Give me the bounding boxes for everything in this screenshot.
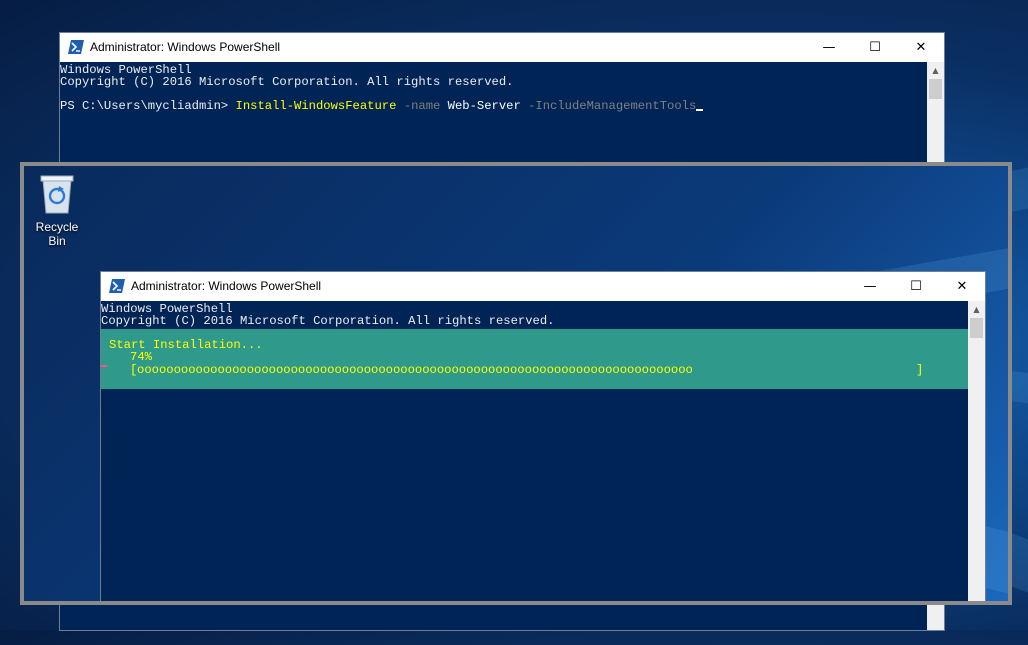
close-button[interactable]: ✕ [898,33,944,62]
minimize-button[interactable]: — [847,272,893,301]
window-controls: — ☐ ✕ [847,272,985,301]
console-command-line: PS C:\Users\mycliadmin> Install-WindowsF… [60,99,704,113]
text-cursor [696,109,704,111]
command-parameter: -name [396,99,441,113]
scroll-up-arrow-icon[interactable]: ▲ [927,62,944,79]
scrollbar-thumb[interactable] [970,318,983,338]
progress-bar-fill: oooooooooooooooooooooooooooooooooooooooo… [137,363,693,377]
console-output[interactable]: Windows PowerShell Copyright (C) 2016 Mi… [101,301,968,601]
console-line: Copyright (C) 2016 Microsoft Corporation… [60,75,514,89]
recycle-bin-shortcut[interactable]: Recycle Bin [26,172,88,248]
window-title: Administrator: Windows PowerShell [131,279,322,293]
progress-bar-close: ] [916,363,924,377]
window-controls: — ☐ ✕ [806,33,944,62]
vertical-scrollbar[interactable]: ▲ [968,301,985,601]
window-titlebar[interactable]: Administrator: Windows PowerShell — ☐ ✕ [60,33,944,62]
window-title: Administrator: Windows PowerShell [90,40,281,54]
minimize-button[interactable]: — [806,33,852,62]
progress-panel: Start Installation... 74% [ oooooooooooo… [101,329,968,389]
scrollbar-thumb[interactable] [929,79,942,99]
recycle-bin-label: Recycle Bin [35,220,79,248]
powershell-icon [68,40,84,54]
maximize-button[interactable]: ☐ [893,272,939,301]
scroll-up-arrow-icon[interactable]: ▲ [968,301,985,318]
foreground-powershell-window[interactable]: Administrator: Windows PowerShell — ☐ ✕ … [101,272,985,601]
zoomed-inset-frame: Recycle Bin Administrator: Windows Power… [20,162,1012,605]
progress-marker [101,365,107,367]
progress-percent-text: 74% [130,350,152,364]
command-name: Install-WindowsFeature [235,99,397,113]
maximize-button[interactable]: ☐ [852,33,898,62]
console-prompt: PS C:\Users\mycliadmin> [60,99,236,113]
recycle-bin-icon [40,175,74,214]
command-argument: Web-Server [440,99,521,113]
close-button[interactable]: ✕ [939,272,985,301]
powershell-icon [109,279,125,293]
window-titlebar[interactable]: Administrator: Windows PowerShell — ☐ ✕ [101,272,985,301]
command-parameter: -IncludeManagementTools [520,99,697,113]
console-line: Copyright (C) 2016 Microsoft Corporation… [101,314,555,328]
